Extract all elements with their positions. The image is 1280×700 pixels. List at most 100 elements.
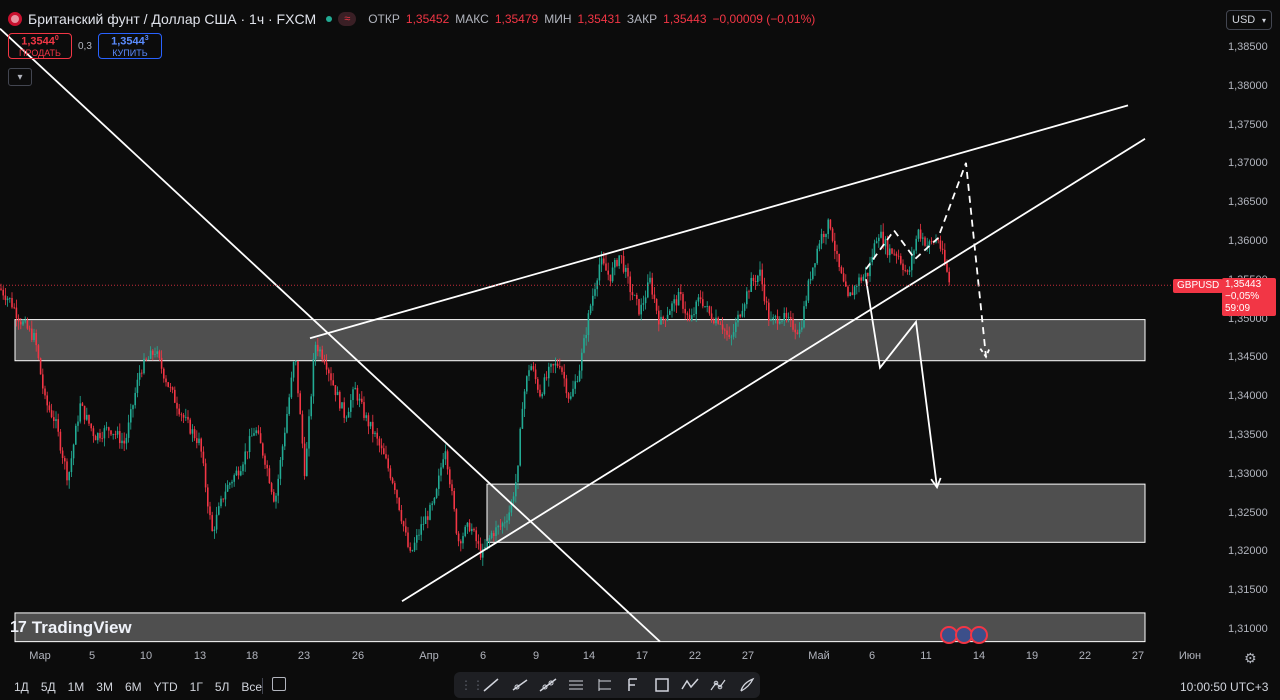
candle-body (325, 362, 328, 370)
candle-body (490, 533, 493, 539)
symbol-title[interactable]: Британский фунт / Доллар США · 1ч · FXCM (28, 11, 316, 27)
candle-body (440, 467, 442, 476)
timeframe-button[interactable]: 6М (125, 680, 142, 694)
middle-zone[interactable] (486, 483, 1146, 543)
economic-events[interactable] (940, 626, 988, 644)
candle-body (411, 550, 414, 552)
buy-label: КУПИТЬ (112, 47, 148, 58)
candle-body (427, 516, 429, 520)
candle-body (306, 448, 308, 476)
candle-body (891, 248, 893, 254)
candle-body (867, 272, 869, 277)
pitchfork-icon[interactable] (592, 674, 618, 696)
candle-body (193, 429, 196, 439)
change-value: −0,00009 (−0,01%) (712, 12, 816, 26)
timeframe-button[interactable]: YTD (154, 680, 178, 694)
time-tick-label: Мар (29, 650, 51, 662)
timeframe-button[interactable]: 1М (68, 680, 85, 694)
candle-body (713, 320, 715, 324)
sell-button[interactable]: 1,35440 ПРОДАТЬ (8, 33, 72, 59)
candle-body (455, 509, 458, 534)
path-icon[interactable] (705, 674, 731, 696)
buy-button[interactable]: 1,35443 КУПИТЬ (97, 33, 162, 59)
candle-body (801, 327, 803, 330)
candle-body (880, 231, 882, 238)
candle-body (768, 302, 770, 321)
candle-body (853, 286, 856, 296)
timeframe-button[interactable]: 5Д (41, 680, 56, 694)
clock[interactable]: 10:00:50 UTC+3 (1180, 680, 1268, 694)
candle-body (746, 291, 748, 305)
rectangle-icon[interactable] (648, 674, 674, 696)
data-status-icon[interactable]: ≈ (338, 12, 357, 26)
candle-body (22, 321, 24, 325)
time-tick-label: 27 (1131, 650, 1145, 662)
candle-body (607, 270, 609, 275)
candle-body (453, 491, 455, 510)
drag-handle-icon[interactable]: ⋮⋮ (460, 678, 484, 692)
candle-body (462, 536, 464, 544)
timeframe-button[interactable]: 3М (96, 680, 113, 694)
uk-flag-icon[interactable] (970, 626, 988, 644)
candle-body (506, 520, 508, 523)
candle-body (792, 318, 794, 330)
candle-body (774, 316, 777, 318)
candle-body (614, 259, 616, 268)
time-tick-label: 10 (139, 650, 153, 662)
currency-selector[interactable]: USD ▾ (1226, 10, 1272, 30)
timeframe-button[interactable]: Все (241, 680, 262, 694)
candle-body (259, 433, 262, 444)
parallel-channel-icon[interactable] (563, 674, 589, 696)
ray-icon[interactable] (506, 674, 532, 696)
candle-body (416, 535, 418, 543)
candle-body (345, 417, 348, 419)
candle-body (539, 389, 541, 397)
wedge-upper-line[interactable] (309, 104, 1129, 340)
price-tick-label: 1,32500 (1228, 506, 1268, 519)
collapse-legend-button[interactable]: ▾ (8, 68, 32, 86)
timeframe-button[interactable]: 5Л (215, 680, 230, 694)
candle-body (354, 387, 356, 390)
time-tick-label: 27 (741, 650, 755, 662)
chart-canvas[interactable] (0, 0, 1280, 700)
candle-body (776, 316, 779, 324)
candle-body (405, 526, 407, 533)
brush-icon[interactable] (734, 674, 760, 696)
fib-icon[interactable] (620, 674, 646, 696)
candle-body (26, 320, 29, 329)
trend-line-icon[interactable] (478, 674, 504, 696)
candle-body (365, 415, 367, 418)
zigzag-icon[interactable] (677, 674, 703, 696)
calendar-icon[interactable] (272, 677, 286, 691)
candle-body (928, 241, 931, 246)
upper-zone[interactable] (14, 319, 1146, 362)
candle-body (264, 455, 266, 465)
candle-body (147, 358, 150, 360)
candle-body (798, 329, 801, 335)
candle-body (433, 497, 436, 504)
timeframe-button[interactable]: 1Д (14, 680, 29, 694)
candle-body (913, 250, 915, 256)
time-axis[interactable]: Мар 5 10 13 18 23 26 Апр 6 9 14 17 22 27 Май 6 11 14 19 22 2… (0, 650, 1220, 666)
extended-line-icon[interactable] (535, 674, 561, 696)
sell-price: 1,3544 (21, 35, 55, 48)
candle-body (169, 386, 172, 388)
candle-body (312, 358, 315, 397)
candle-body (581, 352, 583, 371)
projection-solid-path[interactable] (865, 279, 938, 488)
candle-body (295, 360, 297, 363)
candle-body (732, 332, 735, 337)
candle-body (141, 372, 143, 374)
candle-body (330, 373, 332, 381)
candle-body (948, 271, 950, 283)
price-tick-label: 1,33500 (1228, 429, 1268, 441)
candle-body (372, 421, 374, 435)
gear-icon[interactable]: ⚙ (1244, 650, 1257, 667)
candle-body (781, 320, 783, 322)
candle-body (862, 276, 865, 281)
candle-body (396, 490, 398, 498)
candle-body (845, 281, 847, 287)
candle-body (790, 317, 792, 319)
candle-body (475, 530, 477, 542)
timeframe-button[interactable]: 1Г (190, 680, 203, 694)
